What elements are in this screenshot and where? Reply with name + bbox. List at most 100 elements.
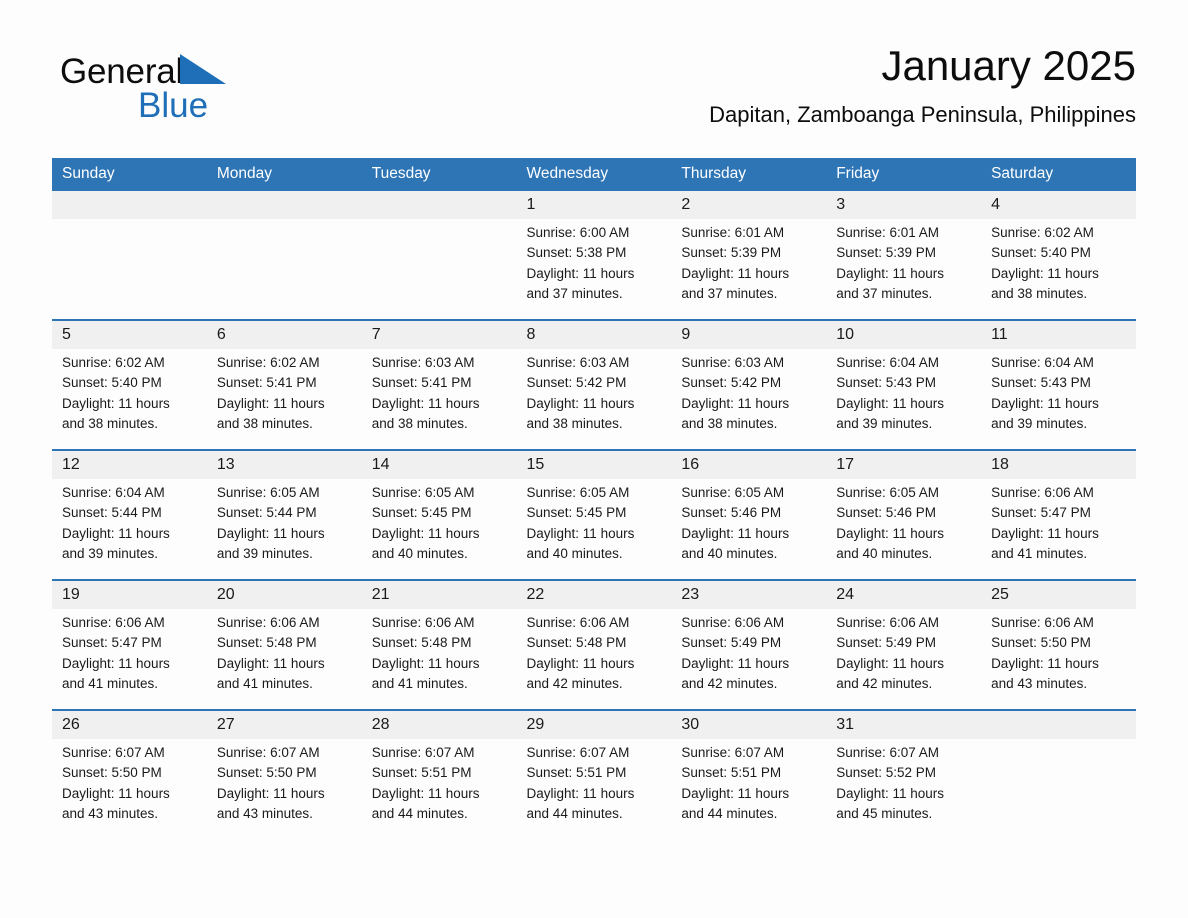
day-number[interactable]: 1	[516, 191, 672, 219]
day-number[interactable]: 6	[206, 319, 362, 349]
daylight-text: Daylight: 11 hours and 40 minutes.	[371, 525, 480, 561]
day-number[interactable]: 15	[516, 449, 672, 479]
day-cell[interactable]: Sunrise: 6:06 AM Sunset: 5:47 PM Daylight:…	[981, 479, 1136, 580]
day-cell[interactable]: Sunrise: 6:06 AM Sunset: 5:47 PM Daylight:…	[52, 609, 207, 710]
sunrise-text: Sunrise: 6:02 AM	[216, 355, 320, 370]
day-number[interactable]: 22	[516, 579, 672, 609]
day-cell[interactable]: Sunrise: 6:03 AM Sunset: 5:41 PM Daylight:…	[361, 349, 517, 450]
day-number[interactable]: 3	[826, 191, 982, 219]
daylight-text: Daylight: 11 hours and 39 minutes.	[836, 395, 945, 431]
day-cell[interactable]: Sunrise: 6:07 AM Sunset: 5:51 PM Daylight:…	[361, 739, 517, 839]
day-cell[interactable]: Sunrise: 6:06 AM Sunset: 5:48 PM Daylight:…	[206, 609, 362, 710]
day-number[interactable]: 8	[516, 319, 672, 349]
day-number[interactable]: 20	[206, 579, 362, 609]
sunset-text: Sunset: 5:39 PM	[681, 245, 782, 261]
sunrise-text: Sunrise: 6:06 AM	[526, 615, 630, 630]
day-cell[interactable]: Sunrise: 6:06 AM Sunset: 5:49 PM Daylight:…	[826, 609, 982, 710]
day-number[interactable]: 28	[361, 709, 517, 739]
day-number[interactable]: 27	[206, 709, 362, 739]
daylight-text: Daylight: 11 hours and 41 minutes.	[991, 525, 1099, 561]
day-cell[interactable]: Sunrise: 6:03 AM Sunset: 5:42 PM Daylight:…	[671, 349, 827, 450]
day-number[interactable]: 24	[826, 579, 982, 609]
day-cell[interactable]: Sunrise: 6:02 AM Sunset: 5:40 PM Daylight:…	[981, 219, 1136, 320]
sunset-text: Sunset: 5:44 PM	[216, 505, 317, 521]
daylight-text: Daylight: 11 hours and 44 minutes.	[526, 785, 635, 821]
day-cell[interactable]: Sunrise: 6:05 AM Sunset: 5:46 PM Daylight:…	[671, 479, 827, 580]
sunset-text: Sunset: 5:48 PM	[526, 635, 627, 651]
day-number[interactable]: 7	[361, 319, 517, 349]
sunrise-text: Sunrise: 6:03 AM	[526, 355, 630, 370]
title-block: January 2025 Dapitan, Zamboanga Peninsul…	[709, 38, 1136, 130]
sunset-text: Sunset: 5:48 PM	[216, 635, 317, 651]
day-number[interactable]: 31	[826, 709, 982, 739]
sunset-text: Sunset: 5:46 PM	[836, 505, 937, 521]
day-cell[interactable]: Sunrise: 6:07 AM Sunset: 5:51 PM Daylight:…	[516, 739, 672, 839]
sunrise-text: Sunrise: 6:05 AM	[681, 485, 785, 500]
day-cell[interactable]: Sunrise: 6:06 AM Sunset: 5:50 PM Daylight:…	[981, 609, 1136, 710]
day-cell[interactable]: Sunrise: 6:02 AM Sunset: 5:41 PM Daylight:…	[206, 349, 362, 450]
day-number[interactable]: 21	[361, 579, 517, 609]
day-cell[interactable]: Sunrise: 6:00 AM Sunset: 5:38 PM Daylight:…	[516, 219, 672, 320]
weekday-header-thursday: Thursday	[671, 158, 827, 191]
weekday-header-row: Sunday Monday Tuesday Wednesday Thursday…	[52, 158, 1136, 191]
week-detail-row: Sunrise: 6:00 AM Sunset: 5:38 PM Daylight:…	[52, 219, 1136, 320]
day-cell[interactable]: Sunrise: 6:01 AM Sunset: 5:39 PM Daylight:…	[671, 219, 827, 320]
sunrise-text: Sunrise: 6:05 AM	[216, 485, 320, 500]
day-cell[interactable]: Sunrise: 6:06 AM Sunset: 5:49 PM Daylight:…	[671, 609, 827, 710]
day-cell[interactable]: Sunrise: 6:05 AM Sunset: 5:46 PM Daylight:…	[826, 479, 982, 580]
general-blue-logo[interactable]: General Blue	[60, 52, 320, 136]
sunset-text: Sunset: 5:43 PM	[991, 375, 1091, 391]
empty-day-cell	[206, 219, 362, 320]
day-number[interactable]: 10	[826, 319, 982, 349]
day-number[interactable]: 19	[52, 579, 207, 609]
day-cell[interactable]: Sunrise: 6:07 AM Sunset: 5:50 PM Daylight:…	[52, 739, 207, 839]
sunset-text: Sunset: 5:40 PM	[991, 245, 1091, 261]
day-cell[interactable]: Sunrise: 6:02 AM Sunset: 5:40 PM Daylight:…	[52, 349, 207, 450]
logo-word-general: General	[60, 52, 184, 91]
day-cell[interactable]: Sunrise: 6:04 AM Sunset: 5:43 PM Daylight:…	[981, 349, 1136, 450]
sunset-text: Sunset: 5:43 PM	[836, 375, 937, 391]
calendar-table: Sunday Monday Tuesday Wednesday Thursday…	[52, 158, 1136, 839]
day-cell[interactable]: Sunrise: 6:07 AM Sunset: 5:52 PM Daylight:…	[826, 739, 982, 839]
sunset-text: Sunset: 5:49 PM	[836, 635, 937, 651]
day-cell[interactable]: Sunrise: 6:06 AM Sunset: 5:48 PM Daylight:…	[516, 609, 672, 710]
day-number[interactable]: 2	[671, 191, 827, 219]
day-number[interactable]: 14	[361, 449, 517, 479]
sunset-text: Sunset: 5:51 PM	[371, 765, 472, 781]
day-number[interactable]: 17	[826, 449, 982, 479]
day-number[interactable]: 30	[671, 709, 827, 739]
day-cell[interactable]: Sunrise: 6:04 AM Sunset: 5:44 PM Daylight:…	[52, 479, 207, 580]
daylight-text: Daylight: 11 hours and 41 minutes.	[216, 655, 325, 691]
day-number[interactable]: 13	[206, 449, 362, 479]
day-number[interactable]: 25	[981, 579, 1136, 609]
day-number[interactable]: 5	[52, 319, 207, 349]
sunrise-text: Sunrise: 6:07 AM	[836, 745, 940, 760]
daylight-text: Daylight: 11 hours and 37 minutes.	[681, 265, 790, 301]
sunrise-text: Sunrise: 6:07 AM	[371, 745, 475, 760]
empty-day-cell	[52, 219, 207, 320]
day-number[interactable]: 11	[981, 319, 1136, 349]
day-cell[interactable]: Sunrise: 6:05 AM Sunset: 5:45 PM Daylight:…	[516, 479, 672, 580]
day-cell[interactable]: Sunrise: 6:05 AM Sunset: 5:44 PM Daylight:…	[206, 479, 362, 580]
day-number[interactable]: 29	[516, 709, 672, 739]
daylight-text: Daylight: 11 hours and 37 minutes.	[526, 265, 635, 301]
day-cell[interactable]: Sunrise: 6:06 AM Sunset: 5:48 PM Daylight:…	[361, 609, 517, 710]
day-number[interactable]: 23	[671, 579, 827, 609]
day-cell[interactable]: Sunrise: 6:05 AM Sunset: 5:45 PM Daylight:…	[361, 479, 517, 580]
day-number[interactable]: 12	[52, 449, 207, 479]
day-number[interactable]: 26	[52, 709, 207, 739]
day-cell[interactable]: Sunrise: 6:01 AM Sunset: 5:39 PM Daylight:…	[826, 219, 982, 320]
day-cell[interactable]: Sunrise: 6:07 AM Sunset: 5:50 PM Daylight:…	[206, 739, 362, 839]
day-number[interactable]: 4	[981, 191, 1136, 219]
day-cell[interactable]: Sunrise: 6:04 AM Sunset: 5:43 PM Daylight:…	[826, 349, 982, 450]
day-number[interactable]: 9	[671, 319, 827, 349]
day-cell[interactable]: Sunrise: 6:03 AM Sunset: 5:42 PM Daylight:…	[516, 349, 672, 450]
weekday-header-wednesday: Wednesday	[516, 158, 672, 191]
blue-triangle-flag-icon	[180, 53, 227, 100]
day-number[interactable]: 18	[981, 449, 1136, 479]
day-number[interactable]: 16	[671, 449, 827, 479]
sunset-text: Sunset: 5:51 PM	[526, 765, 627, 781]
weekday-header-tuesday: Tuesday	[361, 158, 517, 191]
day-cell[interactable]: Sunrise: 6:07 AM Sunset: 5:51 PM Daylight:…	[671, 739, 827, 839]
sunrise-text: Sunrise: 6:06 AM	[991, 615, 1094, 630]
